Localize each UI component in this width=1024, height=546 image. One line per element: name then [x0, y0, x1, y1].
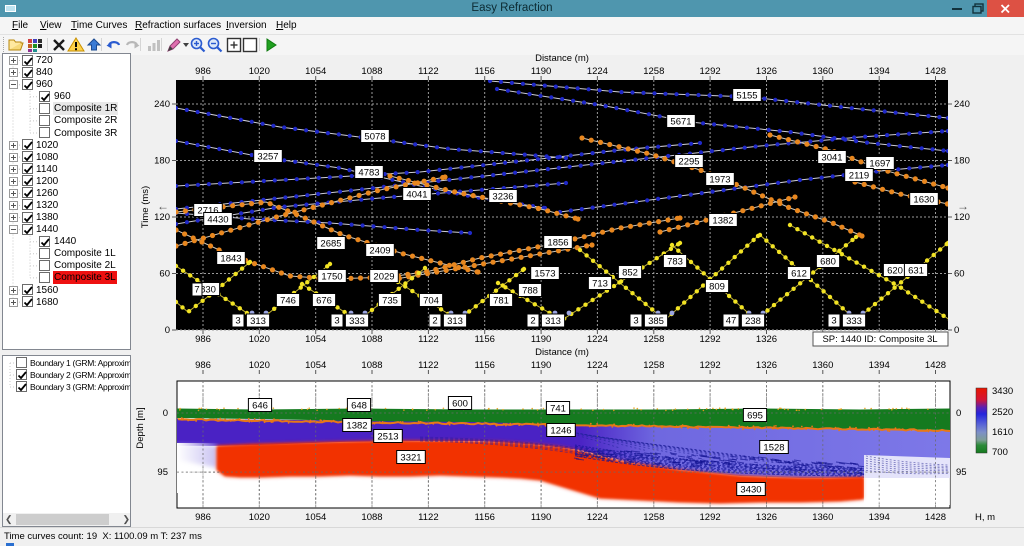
svg-text:1394: 1394: [869, 512, 890, 523]
svg-text:1528: 1528: [763, 442, 784, 453]
svg-text:648: 648: [351, 400, 367, 411]
svg-text:986: 986: [195, 512, 211, 523]
svg-text:95: 95: [956, 467, 967, 478]
svg-text:0: 0: [956, 408, 961, 419]
svg-text:0: 0: [163, 408, 168, 419]
svg-text:1258: 1258: [643, 512, 664, 523]
svg-text:700: 700: [992, 447, 1008, 458]
svg-text:1054: 1054: [305, 512, 326, 523]
svg-text:1122: 1122: [418, 512, 438, 523]
svg-text:646: 646: [252, 400, 268, 411]
svg-text:3321: 3321: [400, 452, 421, 463]
svg-text:H, m: H, m: [975, 512, 995, 523]
svg-text:1360: 1360: [812, 512, 833, 523]
svg-text:2520: 2520: [992, 407, 1013, 418]
svg-text:1610: 1610: [992, 427, 1013, 438]
svg-text:1190: 1190: [531, 360, 551, 371]
svg-text:1088: 1088: [361, 360, 382, 371]
svg-text:1156: 1156: [474, 512, 494, 523]
svg-text:1326: 1326: [756, 512, 777, 523]
svg-text:95: 95: [157, 467, 168, 478]
svg-text:1020: 1020: [249, 512, 270, 523]
svg-text:1428: 1428: [925, 512, 946, 523]
svg-text:1394: 1394: [869, 360, 890, 371]
svg-text:1326: 1326: [756, 360, 777, 371]
svg-text:2513: 2513: [377, 431, 398, 442]
svg-text:1292: 1292: [700, 512, 721, 523]
svg-text:1382: 1382: [346, 420, 367, 431]
svg-text:1122: 1122: [418, 360, 438, 371]
svg-text:3430: 3430: [740, 484, 761, 495]
svg-text:1054: 1054: [305, 360, 326, 371]
svg-text:1088: 1088: [361, 512, 382, 523]
svg-text:741: 741: [550, 403, 566, 414]
svg-text:3430: 3430: [992, 386, 1013, 397]
svg-text:1292: 1292: [700, 360, 721, 371]
svg-text:1224: 1224: [587, 512, 608, 523]
svg-text:Distance (m): Distance (m): [535, 347, 589, 358]
svg-text:1258: 1258: [643, 360, 664, 371]
svg-text:1246: 1246: [550, 425, 571, 436]
svg-text:986: 986: [195, 360, 211, 371]
svg-text:Depth [m]: Depth [m]: [135, 407, 146, 448]
svg-text:1020: 1020: [249, 360, 270, 371]
svg-text:1156: 1156: [474, 360, 494, 371]
svg-text:1224: 1224: [587, 360, 608, 371]
svg-text:695: 695: [747, 410, 763, 421]
svg-text:1360: 1360: [812, 360, 833, 371]
svg-text:1190: 1190: [531, 512, 551, 523]
svg-text:600: 600: [452, 398, 468, 409]
svg-text:1428: 1428: [925, 360, 946, 371]
